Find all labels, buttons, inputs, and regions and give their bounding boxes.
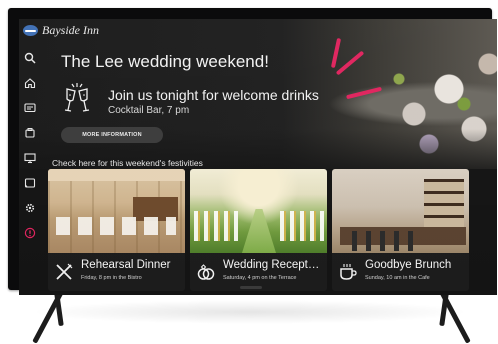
event-card-subtitle: Saturday, 4 pm on the Terrace — [223, 275, 297, 281]
event-card-image — [332, 169, 469, 253]
event-card-wedding-reception[interactable]: Wedding Recept… Saturday, 4 pm on the Te… — [190, 169, 327, 291]
brand-name: Bayside Inn — [42, 23, 99, 37]
event-card-goodbye-brunch[interactable]: Goodbye Brunch Sunday, 10 am in the Cafe — [332, 169, 469, 291]
wedding-rings-icon — [197, 264, 215, 280]
nav-item-cast[interactable] — [19, 170, 41, 195]
hotel-logo-icon — [23, 25, 38, 36]
brand: Bayside Inn — [23, 23, 99, 38]
home-icon — [24, 77, 36, 88]
image-detail — [242, 209, 276, 253]
event-card-subtitle: Friday, 8 pm in the Bistro — [81, 275, 142, 281]
event-card-info: Rehearsal Dinner Friday, 8 pm in the Bis… — [48, 253, 185, 291]
info-alert-icon — [24, 227, 36, 238]
hero-subtitle: Cocktail Bar, 7 pm — [108, 105, 190, 116]
nav-item-display[interactable] — [19, 145, 41, 170]
hero-headline: Join us tonight for welcome drinks — [108, 87, 319, 103]
hero-title: The Lee wedding weekend! — [61, 52, 269, 71]
nav-item-info[interactable] — [19, 220, 41, 245]
event-card-rehearsal-dinner[interactable]: Rehearsal Dinner Friday, 8 pm in the Bis… — [48, 169, 185, 291]
event-card-title: Goodbye Brunch — [365, 259, 452, 271]
floor-shadow — [30, 300, 470, 324]
coffee-cup-icon — [340, 264, 357, 280]
tv-bezel: Bayside Inn The Lee wedding weekend! Joi… — [8, 8, 497, 295]
search-icon — [24, 52, 36, 64]
event-card-image — [48, 169, 185, 253]
champagne-glasses-icon — [64, 83, 90, 112]
image-detail — [56, 217, 176, 235]
nav-item-tv-guide[interactable] — [19, 95, 41, 120]
nav-item-settings[interactable] — [19, 195, 41, 220]
side-nav — [19, 45, 41, 245]
more-information-button[interactable]: MORE INFORMATION — [61, 127, 163, 143]
image-detail — [280, 211, 324, 241]
event-card-info: Goodbye Brunch Sunday, 10 am in the Cafe — [332, 253, 469, 291]
cast-icon — [24, 177, 36, 188]
nav-item-search[interactable] — [19, 45, 41, 70]
nav-item-room-service[interactable] — [19, 120, 41, 145]
image-detail — [194, 211, 238, 241]
monitor-icon — [24, 152, 36, 163]
event-card-subtitle: Sunday, 10 am in the Cafe — [365, 275, 430, 281]
event-card-title: Wedding Recept… — [223, 259, 320, 271]
tv-screen: Bayside Inn The Lee wedding weekend! Joi… — [19, 19, 497, 295]
utensils-icon — [56, 263, 73, 280]
gear-icon — [25, 203, 35, 212]
event-card-image — [190, 169, 327, 253]
event-card-title: Rehearsal Dinner — [81, 259, 171, 271]
image-detail — [352, 231, 422, 251]
tv-brand-strip — [240, 286, 262, 289]
tv-guide-icon — [24, 102, 36, 112]
room-service-icon — [25, 127, 35, 138]
section-label: Check here for this weekend's festivitie… — [52, 158, 203, 168]
event-cards-row: Rehearsal Dinner Friday, 8 pm in the Bis… — [48, 169, 470, 291]
image-detail — [424, 179, 464, 227]
nav-item-home[interactable] — [19, 70, 41, 95]
